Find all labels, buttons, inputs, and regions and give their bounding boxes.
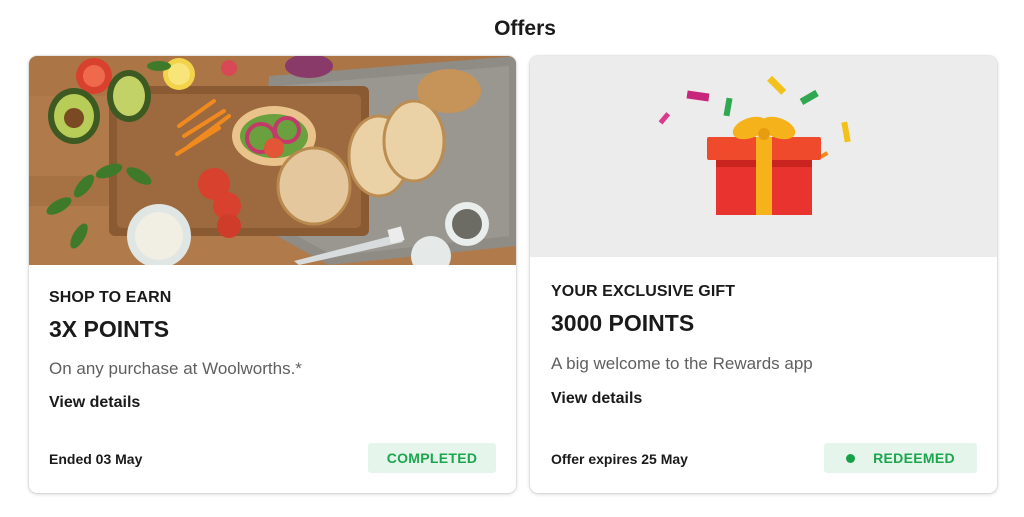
view-details-link[interactable]: View details xyxy=(551,390,642,408)
offer-card-shop-to-earn[interactable]: SHOP TO EARN 3X POINTS On any purchase a… xyxy=(29,56,516,493)
page-title: Offers xyxy=(494,17,556,40)
offer-expiry-date: Offer expires 25 May xyxy=(551,451,688,467)
offer-headline: 3X POINTS xyxy=(49,316,170,342)
offer-end-date: Ended 03 May xyxy=(49,451,143,467)
status-dot-icon xyxy=(846,453,856,463)
offer-card-exclusive-gift[interactable]: YOUR EXCLUSIVE GIFT 3000 POINTS A big we… xyxy=(530,56,997,493)
status-label: COMPLETED xyxy=(386,450,478,466)
offer-description: On any purchase at Woolworths.* xyxy=(49,359,302,378)
offer-description: A big welcome to the Rewards app xyxy=(551,354,813,373)
status-badge-redeemed: REDEEMED xyxy=(824,443,977,473)
offer-eyebrow: SHOP TO EARN xyxy=(49,289,172,306)
view-details-link[interactable]: View details xyxy=(49,394,140,412)
status-label: REDEEMED xyxy=(873,450,955,466)
gift-box-icon xyxy=(530,56,997,257)
offer-image-gift xyxy=(530,56,997,257)
status-badge-completed: COMPLETED xyxy=(368,443,496,473)
offer-headline: 3000 POINTS xyxy=(551,310,695,336)
offer-image-sandwich xyxy=(29,56,516,265)
offer-eyebrow: YOUR EXCLUSIVE GIFT xyxy=(551,283,736,300)
